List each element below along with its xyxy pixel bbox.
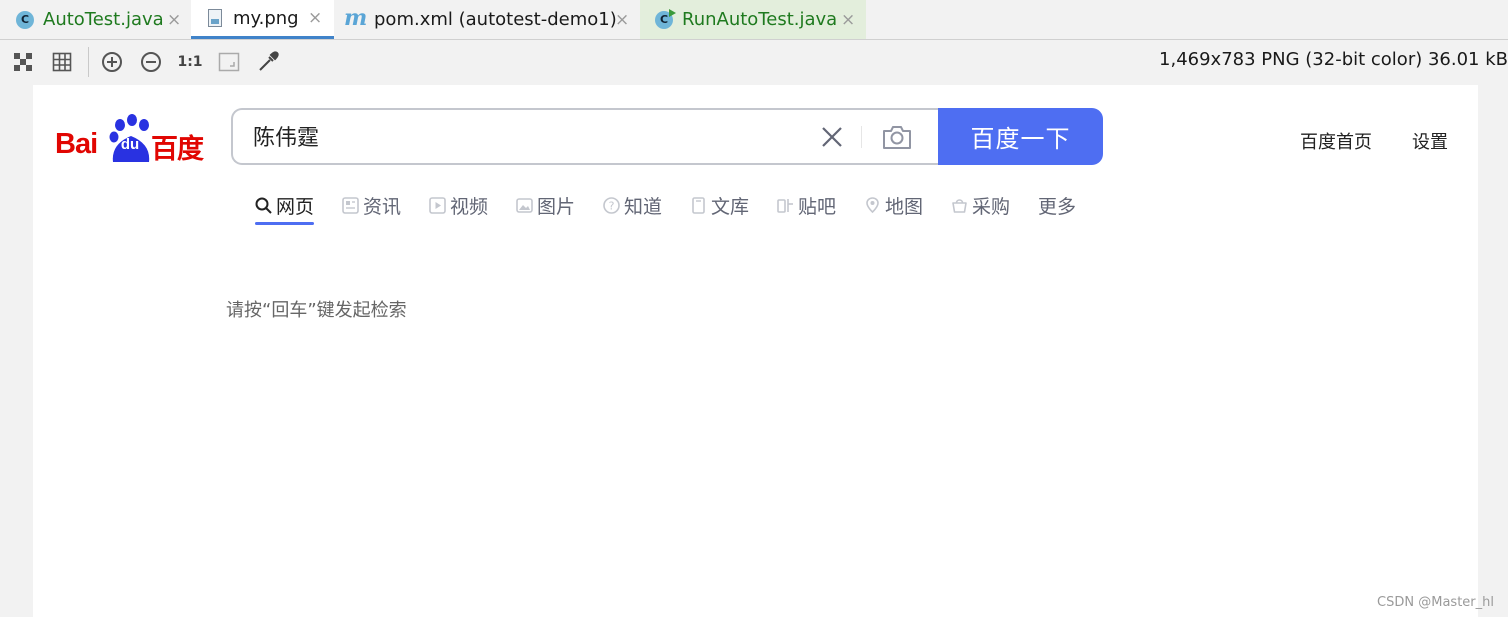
tieba-icon [777,198,793,213]
zoom-in-icon[interactable] [101,51,123,73]
svg-text:?: ? [609,199,615,212]
tab-more[interactable]: 更多 [1038,187,1076,223]
tab-label: 文库 [711,195,750,218]
tab-label: pom.xml (autotest-demo1) [374,9,617,30]
tab-images[interactable]: 图片 [516,187,575,223]
chessboard-icon[interactable] [12,51,34,73]
image-canvas: Bai du 百度 百度一下 百度首页 设置 网页 资 [33,85,1478,617]
tab-runautotest-java[interactable]: C RunAutoTest.java × [640,0,866,39]
clear-icon[interactable] [819,124,845,150]
tab-map[interactable]: 地图 [864,187,923,223]
tab-label: 更多 [1038,195,1077,218]
close-icon[interactable]: × [308,8,322,28]
tab-news[interactable]: 资讯 [342,187,401,223]
question-icon: ? [603,196,620,214]
csdn-watermark: CSDN @Master_hl [1377,595,1494,610]
java-runnable-class-icon: C [655,8,676,29]
baidu-home-link[interactable]: 百度首页 [1300,128,1372,154]
editor-tab-bar: C AutoTest.java × my.png × m pom.xml (au… [0,0,1508,40]
settings-link[interactable]: 设置 [1412,128,1448,154]
toolbar-separator [88,47,89,77]
video-icon [429,196,446,214]
search-icon [255,197,272,214]
tab-shopping[interactable]: 采购 [951,187,1010,223]
tab-label: 视频 [450,195,489,218]
document-icon [692,196,705,214]
shopping-basket-icon [952,198,967,213]
tab-label: 资讯 [363,195,402,218]
zoom-out-icon[interactable] [140,51,162,73]
tab-wenku[interactable]: 文库 [690,187,749,223]
baidu-logo[interactable]: Bai du 百度 [55,112,207,165]
news-icon [342,196,359,214]
image-info-text: 1,469x783 PNG (32-bit color) 36.01 kB [1159,49,1508,70]
tab-label: 采购 [972,195,1011,218]
tab-label: 网页 [276,195,315,218]
tab-tieba[interactable]: 贴吧 [777,187,836,223]
color-picker-icon[interactable] [257,51,279,73]
close-icon[interactable]: × [167,10,181,30]
fit-to-window-icon[interactable] [218,51,240,73]
logo-du-text: du [120,136,140,153]
tab-zhidao[interactable]: ? 知道 [603,187,662,223]
logo-cn-text: 百度 [151,134,204,165]
tab-video[interactable]: 视频 [429,187,488,223]
tab-label: AutoTest.java [43,9,164,30]
grid-icon[interactable] [51,51,73,73]
java-class-icon: C [16,10,34,29]
search-box [231,108,939,165]
search-button[interactable]: 百度一下 [938,108,1103,165]
logo-bai-text: Bai [55,128,98,160]
image-icon [516,197,533,213]
image-file-icon [208,9,222,27]
tab-web[interactable]: 网页 [255,187,315,225]
maven-icon: m [344,5,368,31]
press-enter-hint: 请按“回车”键发起检索 [226,300,407,321]
close-icon[interactable]: × [615,10,629,30]
tab-label: my.png [233,7,299,29]
camera-icon[interactable] [881,123,913,151]
tab-autotest-java[interactable]: C AutoTest.java × [0,0,191,39]
tab-label: 地图 [885,195,924,218]
tab-label: 知道 [624,195,663,218]
tab-my-png[interactable]: my.png × [191,0,334,39]
image-viewer-toolbar: 1:1 1,469x783 PNG (32-bit color) 36.01 k… [0,41,1508,84]
tab-label: 贴吧 [798,195,837,218]
search-divider [861,126,862,148]
tab-label: RunAutoTest.java [682,9,838,30]
tab-pom-xml[interactable]: m pom.xml (autotest-demo1) × [334,0,640,39]
actual-size-button[interactable]: 1:1 [177,51,202,73]
map-icon [866,196,879,213]
tab-label: 图片 [537,195,576,218]
search-input[interactable] [253,123,793,148]
close-icon[interactable]: × [841,10,855,30]
